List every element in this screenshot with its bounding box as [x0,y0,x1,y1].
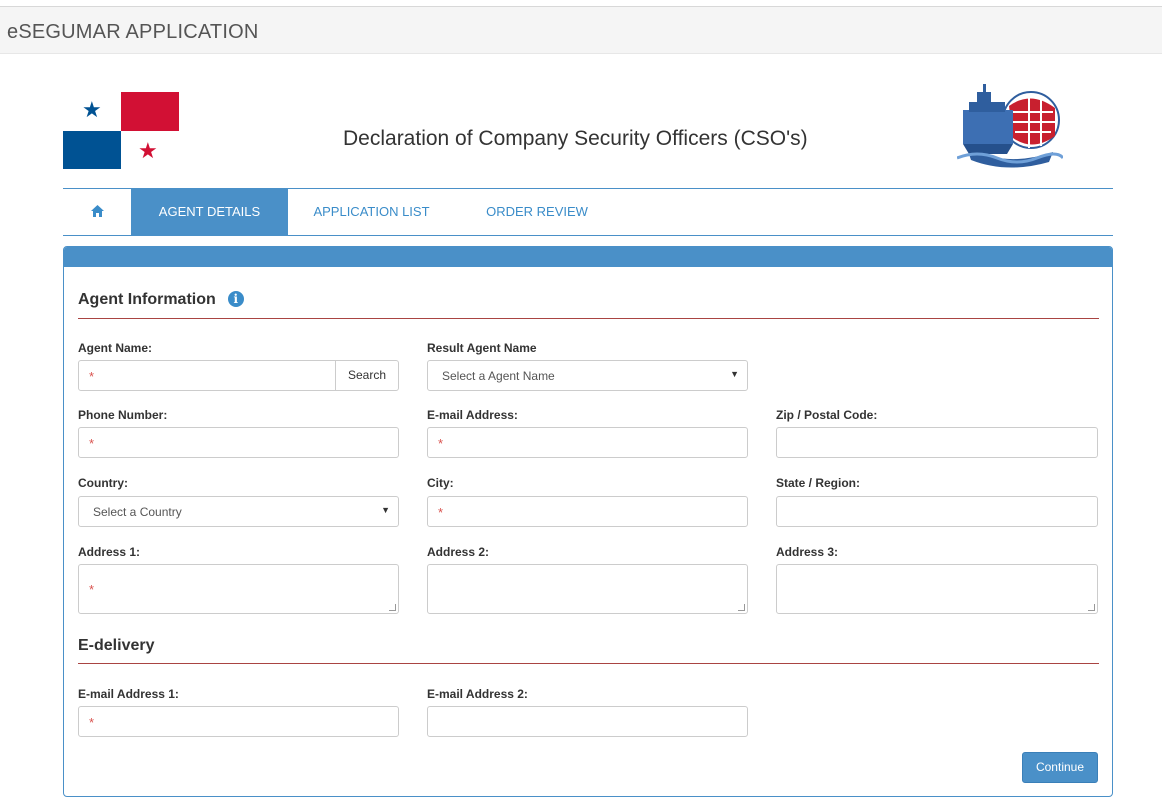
required-marker: * [89,582,95,597]
email-address-input[interactable]: * [427,427,748,458]
required-marker: * [89,369,95,384]
email2-input[interactable] [427,706,748,737]
resize-handle-icon[interactable] [1088,604,1095,611]
required-marker: * [438,505,444,520]
search-button[interactable]: Search [335,361,398,390]
app-header-bar: eSEGUMAR APPLICATION [0,6,1162,54]
tab-agent-details[interactable]: AGENT DETAILS [131,189,288,235]
address2-textarea[interactable] [427,564,748,614]
email-address-label: E-mail Address: [427,408,518,422]
address1-textarea[interactable]: * [78,564,399,614]
blue-star-icon: ★ [82,97,102,122]
required-marker: * [89,715,95,730]
required-marker: * [438,436,444,451]
country-selected: Select a Country [93,505,182,519]
home-icon [90,205,104,217]
agent-details-panel: Agent Information i Agent Name: * Search … [63,246,1113,797]
zip-code-label: Zip / Postal Code: [776,408,878,422]
tab-order-review[interactable]: ORDER REVIEW [473,189,601,235]
info-circle-icon[interactable]: i [227,291,244,307]
continue-button[interactable]: Continue [1022,752,1098,783]
result-agent-name-select[interactable]: Select a Agent Name ▼ [427,360,748,391]
maritime-authority-logo [956,78,1065,168]
state-region-label: State / Region: [776,476,861,490]
main-tabs: AGENT DETAILS APPLICATION LIST ORDER REV… [63,188,1113,236]
tab-home[interactable] [63,189,131,235]
result-agent-name-label: Result Agent Name [427,341,537,355]
zip-code-input[interactable] [776,427,1098,458]
panama-flag-logo: ★ ★ [63,92,179,169]
required-marker: * [89,436,95,451]
caret-down-icon: ▼ [730,369,739,379]
resize-handle-icon[interactable] [389,604,396,611]
red-star-icon: ★ [138,138,158,163]
city-input[interactable]: * [427,496,748,527]
phone-number-label: Phone Number: [78,408,168,422]
section-divider [78,663,1099,664]
country-label: Country: [78,476,128,490]
address3-textarea[interactable] [776,564,1098,614]
tab-application-list[interactable]: APPLICATION LIST [303,189,440,235]
city-label: City: [427,476,454,490]
email2-label: E-mail Address 2: [427,687,528,701]
phone-number-input[interactable]: * [78,427,399,458]
state-region-input[interactable] [776,496,1098,527]
section-divider [78,318,1099,319]
resize-handle-icon[interactable] [738,604,745,611]
address3-label: Address 3: [776,545,839,559]
result-agent-name-selected: Select a Agent Name [442,369,555,383]
address1-label: Address 1: [78,545,141,559]
caret-down-icon: ▼ [381,505,390,515]
address2-label: Address 2: [427,545,490,559]
country-select[interactable]: Select a Country ▼ [78,496,399,527]
agent-name-label: Agent Name: [78,341,153,355]
agent-name-input[interactable]: * Search [78,360,399,391]
page-title: Declaration of Company Security Officers… [343,127,808,150]
app-title: eSEGUMAR APPLICATION [7,21,259,43]
email1-input[interactable]: * [78,706,399,737]
agent-information-heading: Agent Information i [78,291,244,309]
email1-label: E-mail Address 1: [78,687,179,701]
panel-header-bar [64,247,1112,267]
edelivery-heading: E-delivery [78,637,155,654]
